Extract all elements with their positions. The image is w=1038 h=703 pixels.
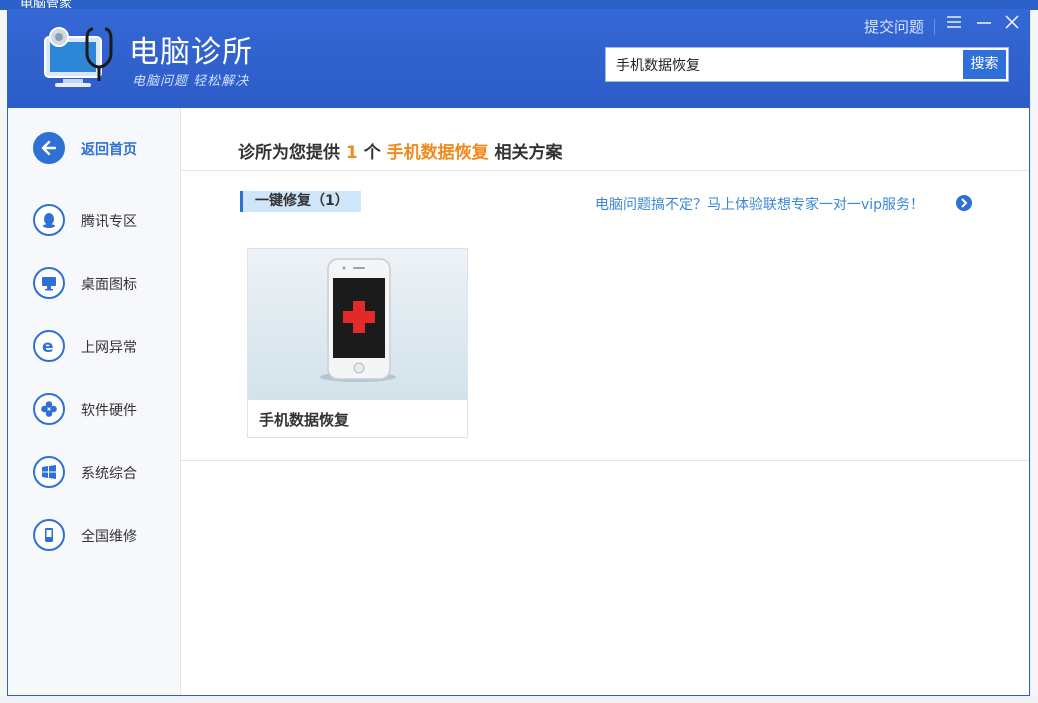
stethoscope-monitor-icon — [44, 27, 113, 87]
windows-icon — [33, 456, 65, 488]
result-count: 1 — [345, 143, 358, 163]
header-divider — [934, 19, 935, 35]
back-arrow-icon — [33, 132, 65, 164]
search-box: 搜索 — [605, 47, 1009, 82]
vip-service-link[interactable]: 电脑问题搞不定？马上体验联想专家一对一vip服务！ — [595, 194, 924, 214]
sidebar-item-tencent[interactable]: 腾讯专区 — [33, 204, 173, 240]
qq-penguin-icon — [33, 204, 65, 236]
sidebar: 返回首页 腾讯专区 桌面图标 e 上网异常 软件硬件 系统综合 全国维修 — [8, 108, 181, 695]
sidebar-item-desktop-icons[interactable]: 桌面图标 — [33, 267, 173, 303]
background-bottom-edge — [0, 696, 1038, 703]
sidebar-item-repair[interactable]: 全国维修 — [33, 519, 173, 555]
clover-icon — [33, 393, 65, 425]
header: 电脑诊所 电脑问题 轻松解决 提交问题 搜索 — [8, 9, 1029, 108]
sidebar-item-system[interactable]: 系统综合 — [33, 456, 173, 492]
solution-card[interactable]: 手机数据恢复 — [247, 248, 468, 438]
sidebar-item-label: 桌面图标 — [81, 277, 137, 293]
card-image — [248, 249, 467, 400]
close-icon[interactable] — [1003, 13, 1021, 36]
sidebar-item-label: 腾讯专区 — [81, 214, 137, 230]
background-right-edge — [1031, 10, 1038, 703]
sidebar-item-label: 全国维修 — [81, 529, 137, 545]
ie-browser-icon: e — [33, 330, 65, 362]
result-suffix: 相关方案 — [494, 143, 563, 163]
result-prefix: 诊所为您提供 — [238, 143, 340, 163]
menu-icon[interactable] — [945, 13, 963, 36]
search-input[interactable] — [606, 48, 961, 81]
phone-repair-icon — [33, 519, 65, 551]
result-unit: 个 — [363, 143, 381, 163]
app-title: 电脑诊所 — [129, 35, 253, 70]
phone-medical-icon — [320, 258, 396, 382]
divider — [181, 170, 1029, 171]
sidebar-item-network[interactable]: e 上网异常 — [33, 330, 173, 366]
main-content: 诊所为您提供 1 个 手机数据恢复 相关方案 一键修复（1） 电脑问题搞不定？马… — [181, 108, 1029, 695]
chevron-right-icon[interactable] — [956, 195, 972, 211]
category-tag: 一键修复（1） — [240, 191, 361, 212]
sidebar-item-home[interactable]: 返回首页 — [33, 132, 173, 168]
sidebar-item-label: 系统综合 — [81, 466, 137, 482]
result-heading: 诊所为您提供 1 个 手机数据恢复 相关方案 — [238, 138, 563, 163]
divider — [181, 460, 1029, 461]
app-subtitle: 电脑问题 轻松解决 — [132, 74, 250, 89]
monitor-icon — [33, 267, 65, 299]
result-keyword: 手机数据恢复 — [386, 143, 489, 163]
sidebar-item-label: 返回首页 — [81, 142, 137, 158]
sidebar-item-software-hardware[interactable]: 软件硬件 — [33, 393, 173, 429]
sidebar-item-label: 软件硬件 — [81, 403, 137, 419]
minimize-icon[interactable] — [975, 13, 993, 36]
submit-question-link[interactable]: 提交问题 — [864, 16, 924, 37]
card-label: 手机数据恢复 — [259, 411, 350, 429]
search-button[interactable]: 搜索 — [963, 50, 1006, 79]
clinic-window: 电脑诊所 电脑问题 轻松解决 提交问题 搜索 返回首页 — [7, 8, 1030, 696]
sidebar-item-label: 上网异常 — [81, 340, 137, 356]
svg-text:e: e — [42, 337, 54, 355]
